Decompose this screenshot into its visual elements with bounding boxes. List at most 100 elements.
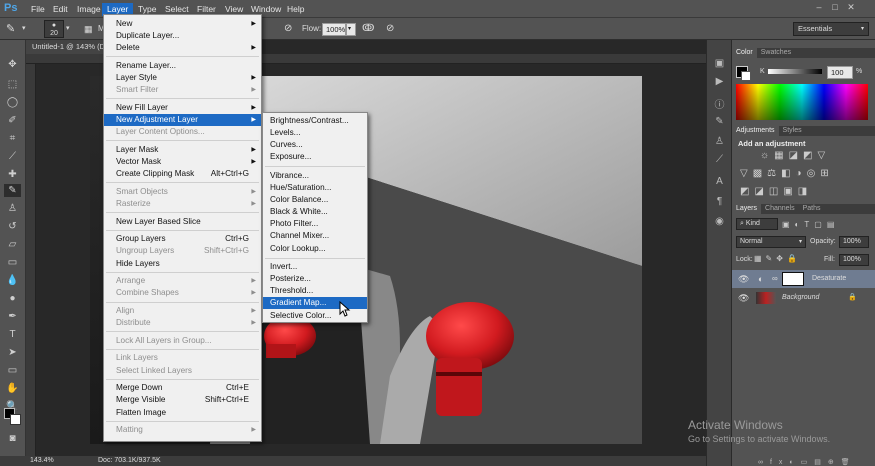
menu-item-channel-mixer[interactable]: Channel Mixer... <box>263 230 367 242</box>
tab-styles[interactable]: Styles <box>779 126 806 136</box>
crop-tool-icon[interactable]: ⌗ <box>4 132 21 145</box>
type-tool-icon[interactable]: T <box>4 328 21 341</box>
document-info[interactable]: Doc: 703.1K/937.5K <box>98 456 161 466</box>
menu-image[interactable]: Image <box>72 3 106 16</box>
menu-edit[interactable]: Edit <box>48 3 73 16</box>
menu-item-duplicate-layer[interactable]: Duplicate Layer... <box>104 30 261 42</box>
adjustment-icons-row1[interactable]: ☼▦◪◩▽ <box>760 150 860 161</box>
k-value-input[interactable]: 100 <box>827 66 853 79</box>
character-panel-icon[interactable]: A <box>712 176 727 190</box>
menu-item-color-lookup[interactable]: Color Lookup... <box>263 243 367 255</box>
menu-item-new[interactable]: New ▶ <box>104 18 261 30</box>
menu-item-curves[interactable]: Curves... <box>263 139 367 151</box>
menu-item-photo-filter[interactable]: Photo Filter... <box>263 218 367 230</box>
tool-presets-icon[interactable]: ◉ <box>712 216 727 230</box>
close-button[interactable]: ✕ <box>843 2 859 13</box>
lasso-tool-icon[interactable]: ◯ <box>4 96 21 109</box>
menu-item-hide-layers[interactable]: Hide Layers <box>104 258 261 270</box>
blur-tool-icon[interactable]: 💧 <box>4 274 21 287</box>
menu-item-new-fill-layer[interactable]: New Fill Layer ▶ <box>104 102 261 114</box>
info-panel-icon[interactable]: ⓘ <box>712 96 727 111</box>
workspace-switcher[interactable]: Essentials ▾ <box>793 22 869 36</box>
layer-row-desaturate[interactable]: 👁 ◐ ∞ Desaturate <box>732 270 875 288</box>
move-tool-icon[interactable]: ✥ <box>4 58 21 71</box>
tab-channels[interactable]: Channels <box>761 204 799 214</box>
lock-icons[interactable]: ▦✎✥🔒 <box>754 254 801 263</box>
history-panel-icon[interactable]: ▣ <box>712 58 727 72</box>
menu-item-color-balance[interactable]: Color Balance... <box>263 194 367 206</box>
flow-dropdown-icon[interactable]: ▾ <box>346 23 356 36</box>
brush-size-picker[interactable]: ● 20 <box>44 20 64 38</box>
brush-tool-icon[interactable]: ✎ <box>4 184 21 197</box>
menu-item-new-layer-based-slice[interactable]: New Layer Based Slice <box>104 216 261 228</box>
menu-item-delete[interactable]: Delete ▶ <box>104 42 261 54</box>
menu-item-selective-color[interactable]: Selective Color... <box>263 310 367 322</box>
menu-item-create-clipping-mask[interactable]: Create Clipping Mask Alt+Ctrl+G <box>104 168 261 180</box>
menu-item-hue-saturation[interactable]: Hue/Saturation... <box>263 182 367 194</box>
dodge-tool-icon[interactable]: ● <box>4 292 21 305</box>
eraser-tool-icon[interactable]: ▱ <box>4 238 21 251</box>
zoom-level[interactable]: 143.4% <box>30 456 54 466</box>
menu-item-merge-visible[interactable]: Merge Visible Shift+Ctrl+E <box>104 394 261 406</box>
quick-mask-icon[interactable]: ◙ <box>4 432 21 445</box>
tab-swatches[interactable]: Swatches <box>757 48 795 58</box>
airbrush-icon[interactable]: ↂ <box>362 22 374 36</box>
blend-mode-select[interactable]: Normal ▾ <box>736 236 806 248</box>
pressure-size-icon[interactable]: ⊘ <box>386 22 394 36</box>
maximize-button[interactable]: □ <box>827 2 843 12</box>
gradient-tool-icon[interactable]: ▭ <box>4 256 21 269</box>
menu-item-rename-layer[interactable]: Rename Layer... <box>104 60 261 72</box>
paragraph-panel-icon[interactable]: ¶ <box>712 196 727 210</box>
menu-file[interactable]: File <box>26 3 50 16</box>
pressure-opacity-icon[interactable]: ⊘ <box>284 22 292 36</box>
menu-item-gradient-map[interactable]: Gradient Map... <box>263 297 367 310</box>
menu-item-posterize[interactable]: Posterize... <box>263 273 367 285</box>
background-color-swatch[interactable] <box>10 414 21 425</box>
flow-input[interactable]: 100% <box>322 23 346 36</box>
layer-mask-thumbnail[interactable] <box>782 272 804 286</box>
menu-item-levels[interactable]: Levels... <box>263 127 367 139</box>
visibility-eye-icon[interactable]: 👁 <box>738 270 749 288</box>
layer-filter-icons[interactable]: ▣◐T▢▤ <box>782 220 870 229</box>
tab-paths[interactable]: Paths <box>799 204 825 214</box>
actions-panel-icon[interactable]: ▶ <box>712 76 727 90</box>
layer-name[interactable]: Desaturate <box>812 270 846 288</box>
menu-item-new-adjustment-layer[interactable]: New Adjustment Layer ▶ <box>104 114 261 127</box>
menu-item-layer-style[interactable]: Layer Style ▶ <box>104 72 261 84</box>
path-selection-tool-icon[interactable]: ➤ <box>4 346 21 359</box>
healing-brush-tool-icon[interactable]: ✚ <box>4 168 21 181</box>
menu-item-vector-mask[interactable]: Vector Mask ▶ <box>104 156 261 168</box>
layers-footer-icons[interactable]: ∞fx◐▭▤⊕🗑 <box>758 458 870 466</box>
layer-name[interactable]: Background <box>782 289 819 307</box>
brush-picker-arrow-icon[interactable]: ▾ <box>66 22 70 36</box>
brush-panel-icon[interactable]: ▦ <box>84 22 93 36</box>
opacity-input[interactable]: 100% <box>839 236 869 248</box>
layer-filter-kind[interactable]: ⌕ Kind <box>736 218 778 230</box>
minimize-button[interactable]: – <box>811 2 827 12</box>
eyedropper-tool-icon[interactable]: ⟋ <box>4 150 21 163</box>
adjustment-icons-row3[interactable]: ◩◪◫▣◨ <box>740 186 870 197</box>
menu-item-exposure[interactable]: Exposure... <box>263 151 367 163</box>
tool-preset-arrow-icon[interactable]: ▾ <box>22 22 26 36</box>
menu-help[interactable]: Help <box>282 3 309 16</box>
fill-input[interactable]: 100% <box>839 254 869 266</box>
menu-item-brightness-contrast[interactable]: Brightness/Contrast... <box>263 115 367 127</box>
menu-item-vibrance[interactable]: Vibrance... <box>263 170 367 182</box>
menu-item-flatten-image[interactable]: Flatten Image <box>104 407 261 419</box>
color-spectrum[interactable] <box>736 84 868 120</box>
k-slider-track[interactable] <box>768 69 822 74</box>
brush-tool-icon[interactable]: ✎ <box>6 22 15 36</box>
history-brush-tool-icon[interactable]: ↺ <box>4 220 21 233</box>
brush-presets-icon[interactable]: ✎ <box>712 116 727 130</box>
shape-tool-icon[interactable]: ▭ <box>4 364 21 377</box>
menu-item-layer-mask[interactable]: Layer Mask ▶ <box>104 144 261 156</box>
menu-item-invert[interactable]: Invert... <box>263 261 367 273</box>
menu-item-group-layers[interactable]: Group Layers Ctrl+G <box>104 233 261 245</box>
menu-item-black-white[interactable]: Black & White... <box>263 206 367 218</box>
menu-item-merge-down[interactable]: Merge Down Ctrl+E <box>104 382 261 394</box>
marquee-tool-icon[interactable]: ⬚ <box>4 78 21 91</box>
hand-tool-icon[interactable]: ✋ <box>4 382 21 395</box>
brush-panel-icon[interactable]: ⟋ <box>712 154 727 168</box>
pen-tool-icon[interactable]: ✒ <box>4 310 21 323</box>
adjustment-icons-row2[interactable]: ▽▩⚖◧◑◎⊞ <box>740 168 870 179</box>
